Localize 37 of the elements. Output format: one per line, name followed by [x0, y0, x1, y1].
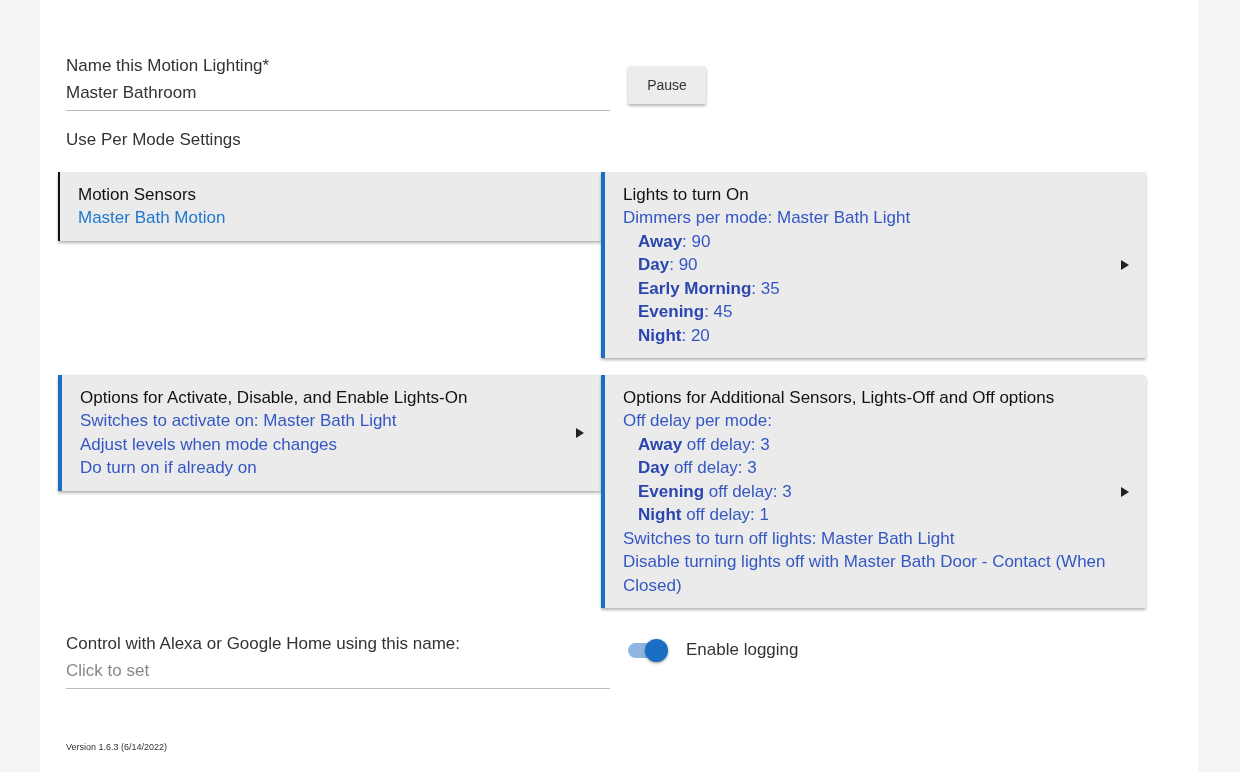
- settings-card[interactable]: Options for Activate, Disable, and Enable Lights-On Switches to activate on: Master Bath Light Adjust levels when mode changes Do turn on if already on: [58, 375, 601, 491]
- field-label: Control with Alexa or Google Home using this name:: [66, 633, 462, 655]
- mode-setting-text: Away off delay: 3: [637, 433, 771, 456]
- expand-arrow-icon: [1121, 260, 1129, 270]
- card-title: Motion Sensors: [78, 184, 198, 206]
- mode-setting-text: Away: 90: [637, 230, 712, 253]
- expand-arrow-icon: [576, 427, 584, 438]
- mode-setting-text: Night: 20: [637, 324, 711, 347]
- card-detail-text: Disable turning lights off with Master Bath Door - Contact (When Closed): [623, 551, 1106, 597]
- card-detail-text: Switches to activate on: Master Bath Light: [80, 410, 398, 432]
- card-detail-text: Dimmers per mode: Master Bath Light: [623, 207, 912, 229]
- logging-label: Enable logging: [686, 639, 799, 662]
- mode-setting-text: Early Morning: 35: [637, 277, 781, 300]
- card-detail-text: Master Bath Motion: [78, 207, 227, 229]
- card-detail-text: Do turn on if already on: [80, 457, 258, 479]
- card-title: Lights to turn On: [623, 184, 750, 206]
- settings-card[interactable]: [601, 375, 1146, 608]
- settings-card[interactable]: Lights to turn On Dimmers per mode: Master Bath Light Away: 90 Day: 90 Early Morning: 35 Evening: 45 Night: 20: [601, 172, 1146, 358]
- field-label: Name this Motion Lighting*: [66, 55, 271, 77]
- mode-setting-text: Evening: 45: [637, 301, 734, 323]
- mode-setting-text: Evening off delay: 3: [637, 480, 793, 503]
- logging-toggle[interactable]: [628, 638, 668, 662]
- card-detail-text: Switches to turn off lights: Master Bath Light: [623, 527, 956, 550]
- pause-button[interactable]: Pause: [628, 66, 706, 104]
- card-title: Options for Activate, Disable, and Enable Lights-On: [80, 387, 469, 409]
- alexa-name-input-field[interactable]: Click to set: [66, 655, 610, 689]
- mode-setting-text: Day off delay: 3: [637, 457, 758, 479]
- card-detail-text: Adjust levels when mode changes: [80, 433, 339, 456]
- mode-setting-text: Day: 90: [637, 254, 699, 276]
- settings-card[interactable]: Motion Sensors Master Bath Motion: [58, 172, 601, 241]
- per-mode-settings-label: Use Per Mode Settings: [65, 128, 242, 151]
- card-detail-text: Off delay per mode:: [623, 410, 773, 432]
- version-text: Version 1.6.3 (6/14/2022): [65, 740, 169, 754]
- name-input-field[interactable]: Master Bathroom: [66, 77, 610, 111]
- expand-arrow-icon: [1121, 486, 1129, 497]
- card-title: Options for Additional Sensors, Lights-Off and Off options: [623, 387, 1056, 409]
- mode-setting-text: Night off delay: 1: [637, 504, 771, 526]
